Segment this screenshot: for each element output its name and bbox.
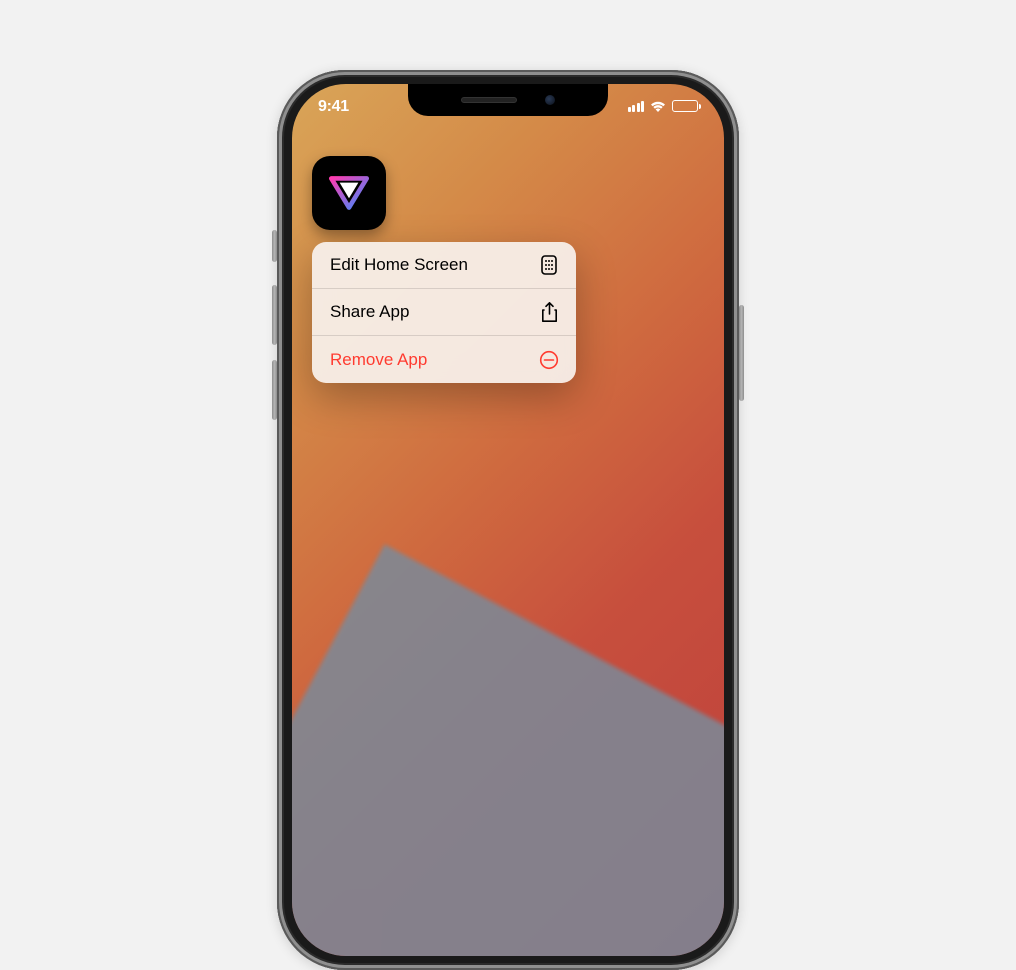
screen: 9:41 — [292, 84, 724, 956]
notch — [408, 84, 608, 116]
status-indicators — [598, 100, 698, 113]
menu-item-share-app[interactable]: Share App — [312, 289, 576, 336]
volume-up-button[interactable] — [272, 285, 277, 345]
status-time: 9:41 — [318, 96, 418, 116]
menu-item-label: Remove App — [330, 350, 427, 370]
menu-item-edit-home-screen[interactable]: Edit Home Screen — [312, 242, 576, 289]
side-button[interactable] — [739, 305, 744, 401]
wallpaper-shape — [292, 544, 724, 956]
speaker-grille — [461, 97, 517, 103]
menu-item-label: Share App — [330, 302, 409, 322]
context-menu: Edit Home Screen Share App — [312, 242, 576, 383]
front-camera — [545, 95, 555, 105]
app-icon[interactable] — [312, 156, 386, 230]
ring-silent-switch[interactable] — [272, 230, 277, 262]
menu-item-label: Edit Home Screen — [330, 255, 468, 275]
menu-item-remove-app[interactable]: Remove App — [312, 336, 576, 383]
cellular-icon — [628, 101, 645, 112]
iphone-frame: 9:41 — [277, 70, 739, 970]
app-logo-icon — [323, 167, 375, 219]
volume-down-button[interactable] — [272, 360, 277, 420]
share-icon — [538, 302, 560, 323]
wifi-icon — [649, 100, 667, 113]
apps-grid-icon — [538, 255, 560, 275]
remove-icon — [538, 350, 560, 370]
battery-icon — [672, 100, 698, 112]
